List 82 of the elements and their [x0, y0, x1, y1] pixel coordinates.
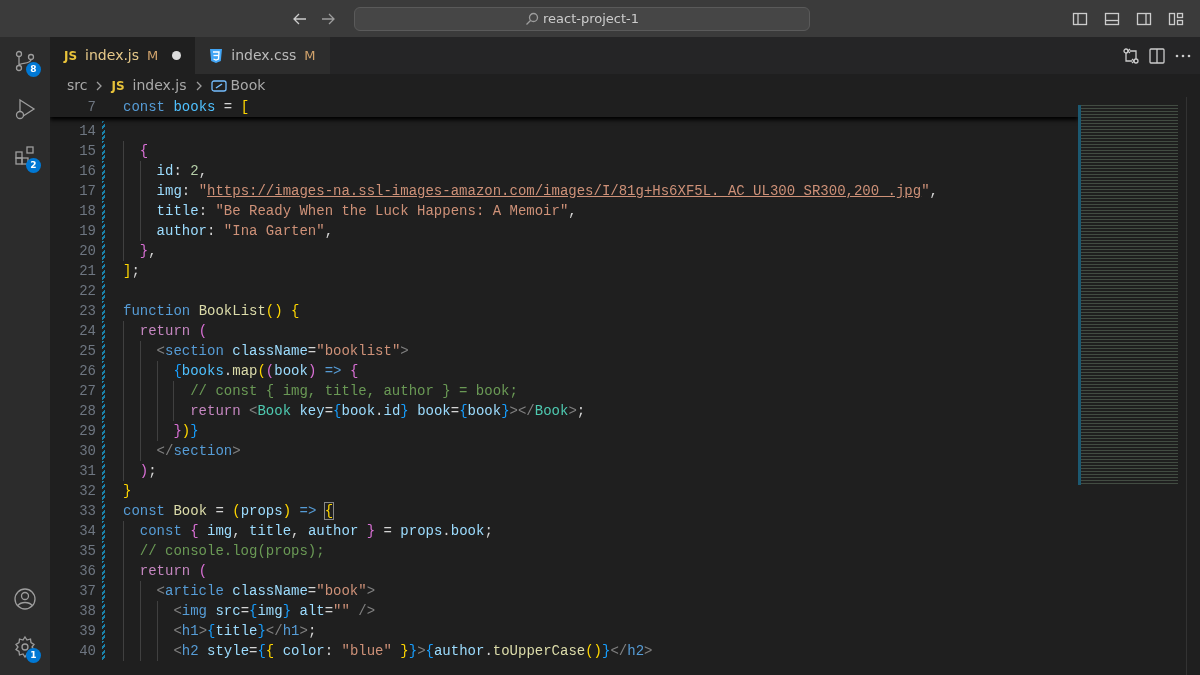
- toggle-panel-icon[interactable]: [1104, 10, 1120, 27]
- code-line: // const { img, title, author } = book;: [189, 383, 518, 399]
- search-icon: [524, 11, 539, 26]
- count-badge: 2: [26, 158, 41, 173]
- search-field[interactable]: react-project-1: [354, 6, 810, 31]
- line-number: 7: [86, 98, 96, 117]
- line-number: 22: [78, 282, 96, 301]
- code-line: const books = [: [123, 99, 250, 115]
- line-number: 20: [78, 242, 96, 261]
- breadcrumb-item[interactable]: src: [67, 75, 88, 96]
- css-file-icon: [209, 47, 224, 64]
- chevron-icon: [95, 80, 104, 91]
- line-number: 23: [78, 302, 96, 321]
- code-line: const Book = (props) => {: [123, 503, 334, 519]
- js-file-icon: JS: [111, 76, 125, 95]
- line-number: 28: [78, 402, 96, 421]
- line-number: 14: [78, 122, 96, 141]
- line-number: 16: [78, 162, 96, 181]
- code-line: <img src={img} alt="" />: [172, 603, 376, 619]
- editor-tab[interactable]: index.css M: [195, 37, 330, 74]
- status-letter: M: [304, 46, 316, 65]
- line-number: 40: [78, 642, 96, 661]
- code-line: <article className="book">: [155, 583, 376, 599]
- code-line: return <Book key={book.id} book={book}></Book>;: [189, 403, 586, 419]
- line-number: 31: [78, 462, 96, 481]
- code-line: },: [138, 243, 157, 259]
- count-badge: 8: [26, 62, 41, 77]
- line-number: 33: [78, 502, 96, 521]
- line-number: 27: [78, 382, 96, 401]
- code-line: return (: [138, 323, 208, 339]
- customize-layout-icon[interactable]: [1168, 10, 1184, 27]
- code-line: })}: [172, 423, 199, 439]
- line-number: 36: [78, 562, 96, 581]
- source-control-icon[interactable]: [13, 49, 37, 73]
- editor-tab[interactable]: JS index.js M: [50, 37, 196, 74]
- breadcrumb-item[interactable]: index.js: [132, 75, 187, 96]
- line-number: 24: [78, 322, 96, 341]
- line-number: 17: [78, 182, 96, 201]
- line-number: 35: [78, 542, 96, 561]
- code-line: );: [138, 463, 157, 479]
- code-line: title: "Be Ready When the Luck Happens: A Memoir",: [155, 203, 577, 219]
- line-number: 29: [78, 422, 96, 441]
- code-line: return (: [138, 563, 208, 579]
- line-number: 25: [78, 342, 96, 361]
- line-number: 18: [78, 202, 96, 221]
- line-number: 37: [78, 582, 96, 601]
- code-line: {: [138, 143, 149, 159]
- line-number: 39: [78, 622, 96, 641]
- code-line: }: [123, 483, 132, 499]
- toggle-secondary-sidebar-icon[interactable]: [1136, 10, 1152, 27]
- code-line: img: "https://images-na.ssl-images-amazon.com/images/I/81g+Hs6XF5L._AC_UL300_SR300,200_.jpg",: [155, 183, 938, 199]
- code-line: id: 2,: [155, 163, 208, 179]
- breadcrumb-item[interactable]: Book: [230, 75, 266, 96]
- code-line: function BookList() {: [123, 303, 300, 319]
- line-number: 32: [78, 482, 96, 501]
- chevron-icon: [194, 80, 203, 91]
- line-number: 19: [78, 222, 96, 241]
- code-line: </section>: [155, 443, 241, 459]
- code-line: const { img, title, author } = props.book;: [138, 523, 493, 539]
- line-number: 30: [78, 442, 96, 461]
- settings-icon[interactable]: [13, 635, 37, 659]
- line-number: 26: [78, 362, 96, 381]
- account-icon[interactable]: [13, 587, 37, 611]
- status-letter: M: [147, 46, 159, 65]
- toggle-sidebar-icon[interactable]: [1072, 10, 1088, 27]
- line-number: 21: [78, 262, 96, 281]
- split-editor-icon[interactable]: [1148, 46, 1166, 65]
- code-line: <h2 style={{ color: "blue" }}>{author.toUpperCase()}</h2>: [172, 643, 653, 659]
- line-number: 15: [78, 142, 96, 161]
- symbol-icon: [210, 79, 227, 92]
- code-line: ];: [123, 263, 140, 279]
- code-line: <h1>{title}</h1>;: [172, 623, 317, 639]
- line-number: 34: [78, 522, 96, 541]
- run-debug-icon[interactable]: [13, 97, 37, 121]
- compare-changes-icon[interactable]: [1122, 46, 1140, 65]
- code-line: author: "Ina Garten",: [155, 223, 334, 239]
- code-line: <section className="booklist">: [155, 343, 409, 359]
- code-line: // console.log(props);: [138, 543, 325, 559]
- line-number: 38: [78, 602, 96, 621]
- code-line: {books.map((book) => {: [172, 363, 359, 379]
- count-badge: 1: [26, 648, 41, 663]
- js-file-icon: JS: [64, 46, 78, 65]
